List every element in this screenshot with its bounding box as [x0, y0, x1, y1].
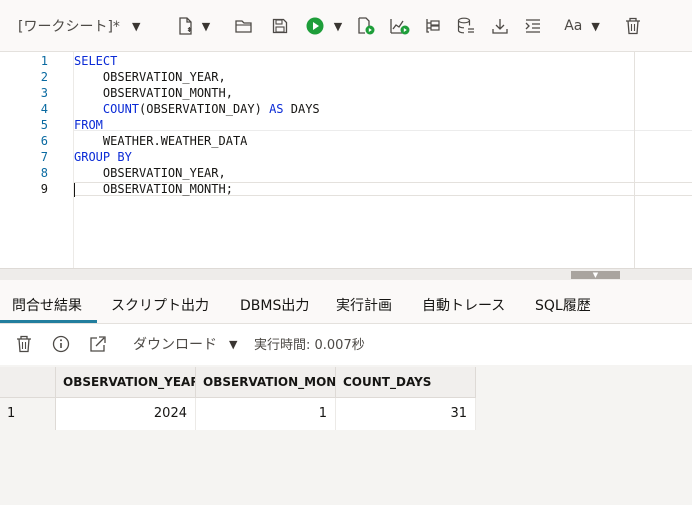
font-button[interactable]: Aa ▼: [563, 14, 601, 38]
sql-text: OBSERVATION_YEAR,: [74, 166, 226, 180]
download-icon: [492, 19, 508, 34]
external-link-icon: [90, 336, 106, 352]
chart-run-icon: [390, 19, 410, 35]
column-header-observation-month[interactable]: OBSERVATION_MONTH: [196, 367, 336, 398]
tab-sql-history[interactable]: SQL履歴: [535, 295, 591, 315]
folder-open-icon: [235, 20, 252, 33]
trash-icon: [17, 335, 31, 353]
chevron-down-icon: ▼: [229, 337, 238, 351]
column-header-observation-year[interactable]: OBSERVATION_YEAR: [56, 367, 196, 398]
code-line[interactable]: FROM: [74, 117, 103, 133]
save-icon: [272, 18, 288, 34]
chevron-down-icon: ▼: [591, 19, 600, 33]
editor-guide-line: [74, 130, 692, 131]
download-dropdown[interactable]: ダウンロード ▼: [133, 334, 237, 354]
run-script-icon: [358, 17, 375, 35]
line-number: 9: [40, 182, 48, 196]
clear-results-button[interactable]: [16, 334, 32, 354]
play-icon: [306, 17, 324, 35]
cell-observation-year[interactable]: 2024: [56, 398, 196, 430]
database-icon: [457, 17, 474, 34]
sql-text: OBSERVATION_YEAR,: [74, 70, 226, 84]
execution-time: 実行時間: 0.007秒: [254, 338, 365, 353]
format-button[interactable]: [524, 14, 542, 38]
tree-icon: [426, 19, 440, 33]
code-line[interactable]: OBSERVATION_MONTH,: [74, 85, 233, 101]
line-number: 6: [40, 134, 48, 148]
open-in-new-window-button[interactable]: [89, 334, 107, 354]
open-button[interactable]: [234, 14, 254, 38]
editor-ruler: [634, 52, 635, 268]
result-tabs: 問合せ結果 スクリプト出力 DBMS出力 実行計画 自動トレース SQL履歴: [0, 280, 692, 324]
line-number: 2: [40, 70, 48, 84]
run-statement-button[interactable]: ▼: [303, 14, 345, 38]
font-button-label: Aa: [564, 18, 583, 34]
code-line[interactable]: GROUP BY: [74, 149, 132, 165]
sql-keyword: COUNT: [102, 102, 140, 116]
row-number: 1: [0, 398, 56, 430]
line-number: 7: [40, 150, 48, 164]
autotrace-button[interactable]: [424, 14, 442, 38]
code-line[interactable]: WEATHER.WEATHER_DATA: [74, 133, 248, 149]
new-file-icon: [179, 17, 192, 35]
tab-query-result[interactable]: 問合せ結果: [12, 295, 82, 315]
line-number: 1: [40, 54, 48, 68]
worksheet-selector[interactable]: [ワークシート]* ▼: [18, 14, 140, 38]
tab-explain-plan[interactable]: 実行計画: [336, 295, 392, 315]
format-indent-icon: [525, 19, 540, 33]
sql-keyword: AS: [269, 102, 284, 116]
save-button[interactable]: [270, 14, 290, 38]
sql-keyword: SELECT: [74, 54, 118, 68]
line-number: 8: [40, 166, 48, 180]
info-button[interactable]: [52, 334, 70, 354]
chevron-down-icon: ▼: [131, 19, 141, 33]
download-button[interactable]: [491, 14, 509, 38]
sql-text: OBSERVATION_MONTH;: [74, 182, 233, 196]
code-line[interactable]: OBSERVATION_YEAR,: [74, 165, 226, 181]
sql-text: OBSERVATION_MONTH,: [74, 86, 233, 100]
chevron-down-icon: ▼: [333, 19, 343, 33]
splitter-handle[interactable]: ▼: [571, 271, 620, 279]
tab-dbms-output[interactable]: DBMS出力: [240, 295, 309, 315]
new-worksheet-button[interactable]: ▼: [176, 14, 212, 38]
code-line[interactable]: OBSERVATION_YEAR,: [74, 69, 226, 85]
info-icon: [52, 335, 70, 353]
row-number-header: [0, 367, 56, 398]
sql-keyword: FROM: [74, 118, 103, 132]
worksheet-selector-label: [ワークシート]*: [18, 19, 120, 35]
tab-autotrace[interactable]: 自動トレース: [422, 295, 505, 315]
run-script-button[interactable]: [356, 14, 376, 38]
code-line[interactable]: OBSERVATION_MONTH;: [74, 181, 233, 197]
line-number: 5: [40, 118, 48, 132]
sql-text: WEATHER.WEATHER_DATA: [74, 134, 248, 148]
database-button[interactable]: [456, 14, 476, 38]
line-number: 3: [40, 86, 48, 100]
chevron-down-icon: ▼: [201, 19, 211, 33]
cell-observation-month[interactable]: 1: [196, 398, 336, 430]
cell-count-days[interactable]: 31: [336, 398, 476, 430]
text-cursor: [74, 183, 75, 197]
column-header-count-days[interactable]: COUNT_DAYS: [336, 367, 476, 398]
collapse-arrow-icon: ▼: [592, 271, 599, 279]
code-line[interactable]: COUNT(OBSERVATION_DAY) AS DAYS: [74, 101, 320, 117]
trash-icon: [626, 17, 640, 35]
explain-plan-button[interactable]: [389, 14, 411, 38]
delete-button[interactable]: [624, 14, 642, 38]
line-number: 4: [40, 102, 48, 116]
active-tab-indicator: [0, 320, 97, 323]
download-dropdown-label: ダウンロード: [133, 337, 217, 353]
sql-text: DAYS: [283, 102, 320, 116]
sql-text: (OBSERVATION_DAY): [139, 102, 270, 116]
code-line[interactable]: SELECT: [74, 53, 117, 69]
tab-script-output[interactable]: スクリプト出力: [111, 295, 209, 315]
sql-keyword: GROUP BY: [74, 150, 132, 164]
